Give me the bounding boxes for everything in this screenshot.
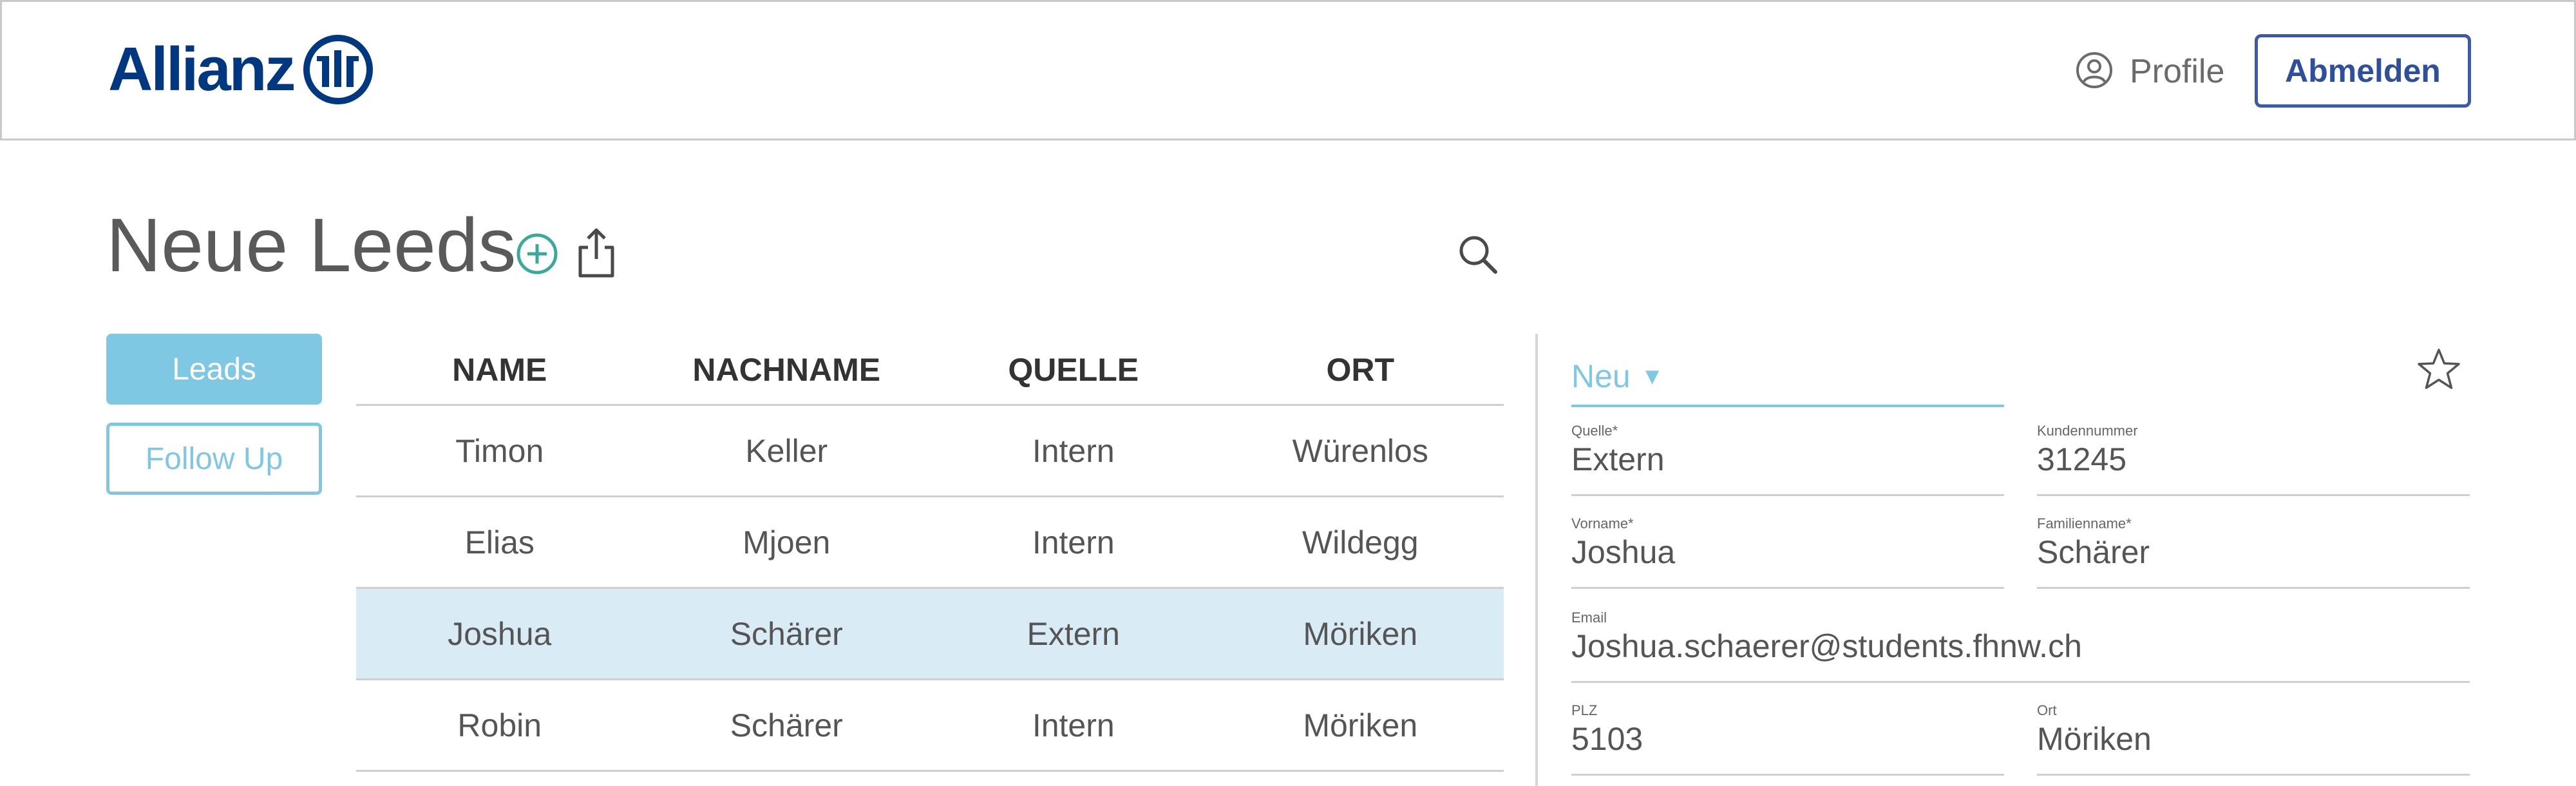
vorname-field[interactable]: Vorname* Joshua [1571, 515, 2004, 589]
kundennummer-value: 31245 [2037, 441, 2127, 477]
allianz-logo-icon [303, 34, 374, 105]
vorname-value: Joshua [1571, 534, 1676, 570]
kundennummer-field[interactable]: Kundennummer 31245 [2037, 423, 2470, 496]
table-header: NAME NACHNAME QUELLE ORT [356, 335, 1504, 406]
cell-ort: Möriken [1303, 615, 1418, 652]
familienname-field[interactable]: Familienname* Schärer [2037, 515, 2470, 589]
search-icon[interactable] [1457, 233, 1499, 279]
ort-field[interactable]: Ort Möriken [2037, 702, 2470, 776]
cell-quelle: Intern [1032, 432, 1115, 469]
cell-ort: Wildegg [1302, 524, 1419, 561]
plz-field[interactable]: PLZ 5103 [1571, 702, 2004, 776]
cell-quelle: Extern [1027, 615, 1120, 652]
quelle-field[interactable]: Quelle* Extern [1571, 423, 2004, 496]
cell-name: Joshua [448, 615, 552, 652]
profile-link[interactable]: Profile [2076, 48, 2224, 95]
plz-label: PLZ [1571, 702, 1598, 718]
status-dropdown[interactable]: Neu ▼ [1571, 348, 2004, 407]
column-header-nachname[interactable]: NACHNAME [643, 351, 931, 388]
cell-nachname: Keller [745, 432, 828, 469]
user-circle-icon [2076, 52, 2113, 92]
plus-circle-icon[interactable] [515, 232, 559, 279]
familienname-value: Schärer [2037, 534, 2150, 570]
plz-value: 5103 [1571, 721, 1643, 757]
cell-ort: Möriken [1303, 707, 1418, 743]
top-header: Allianz Profile Abmelden [0, 0, 2576, 140]
nav-leads-button[interactable]: Leads [106, 334, 322, 405]
quelle-label: Quelle* [1571, 423, 1618, 439]
email-field[interactable]: Email Joshua.schaerer@students.fhnw.ch [1571, 609, 2470, 683]
caret-down-icon: ▼ [1640, 363, 1664, 389]
quelle-value: Extern [1571, 441, 1665, 477]
familienname-label: Familienname* [2037, 515, 2132, 532]
table-row[interactable]: Robin Schärer Intern Möriken [356, 680, 1504, 772]
table-row[interactable]: Timon Keller Intern Würenlos [356, 406, 1504, 497]
kundennummer-label: Kundennummer [2037, 423, 2138, 439]
cell-nachname: Mjoen [743, 524, 831, 561]
table-row-selected[interactable]: Joshua Schärer Extern Möriken [356, 589, 1504, 680]
cell-ort: Würenlos [1292, 432, 1428, 469]
panel-divider [1535, 334, 1538, 786]
column-header-ort[interactable]: ORT [1217, 351, 1504, 388]
ort-label: Ort [2037, 702, 2057, 718]
brand-logo[interactable]: Allianz [108, 32, 374, 108]
cell-name: Timon [455, 432, 544, 469]
table-row[interactable]: Elias Mjoen Intern Wildegg [356, 497, 1504, 589]
cell-quelle: Intern [1032, 524, 1115, 561]
status-value: Neu [1571, 358, 1631, 394]
cell-nachname: Schärer [730, 615, 843, 652]
brand-name: Allianz [108, 35, 296, 104]
cell-nachname: Schärer [730, 707, 843, 743]
column-header-name[interactable]: NAME [356, 351, 643, 388]
cell-quelle: Intern [1032, 707, 1115, 743]
ort-value: Möriken [2037, 721, 2152, 757]
star-icon[interactable] [2416, 347, 2461, 395]
column-header-quelle[interactable]: QUELLE [930, 351, 1217, 388]
page-title: Neue Leeds [106, 203, 516, 288]
logout-button[interactable]: Abmelden [2255, 34, 2471, 108]
email-value: Joshua.schaerer@students.fhnw.ch [1571, 628, 2082, 664]
leads-table: NAME NACHNAME QUELLE ORT Timon Keller In… [356, 335, 1504, 772]
nav-followup-button[interactable]: Follow Up [106, 423, 322, 495]
vorname-label: Vorname* [1571, 515, 1634, 532]
cell-name: Elias [464, 524, 535, 561]
cell-name: Robin [457, 707, 542, 743]
share-icon[interactable] [575, 227, 618, 283]
profile-label: Profile [2130, 53, 2225, 90]
email-label: Email [1571, 609, 1607, 626]
